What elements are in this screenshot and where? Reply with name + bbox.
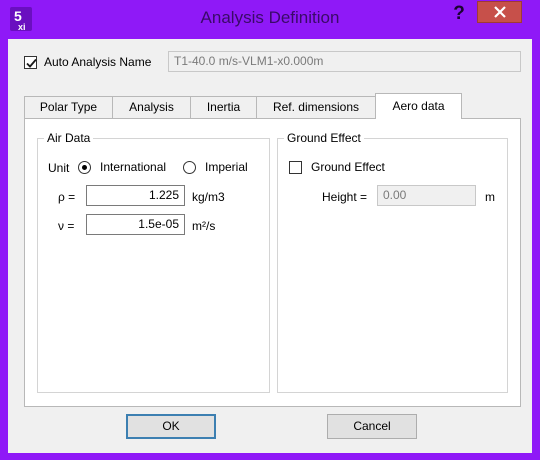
analysis-name-field[interactable]: T1-40.0 m/s-VLM1-x0.000m [168, 51, 521, 72]
radio-international-indicator[interactable] [78, 160, 91, 174]
tab-polar-type[interactable]: Polar Type [24, 96, 113, 118]
rho-label: ρ = [58, 190, 76, 204]
rho-input[interactable]: 1.225 [86, 185, 185, 206]
ground-effect-checkbox[interactable]: Ground Effect [289, 160, 385, 174]
ground-effect-checkbox-label: Ground Effect [311, 160, 385, 174]
radio-imperial-indicator[interactable] [183, 160, 196, 174]
ground-effect-checkbox-box[interactable] [289, 160, 302, 174]
imperial-radio[interactable]: Imperial [183, 160, 248, 174]
close-icon [494, 6, 506, 18]
tab-ref-dimensions[interactable]: Ref. dimensions [256, 96, 376, 118]
air-data-title: Air Data [44, 131, 94, 145]
close-button[interactable] [477, 1, 522, 23]
tab-analysis[interactable]: Analysis [112, 96, 191, 118]
nu-input[interactable]: 1.5e-05 [86, 214, 185, 235]
rho-unit: kg/m3 [192, 190, 225, 204]
nu-unit: m²/s [192, 219, 216, 233]
ground-effect-group: Ground Effect Ground Effect Height = 0.0… [277, 131, 508, 393]
height-unit: m [485, 190, 495, 204]
auto-name-checkbox[interactable]: Auto Analysis Name [24, 55, 151, 69]
dialog-window: 5 xi Analysis Definition ? Auto Analysis… [0, 0, 540, 460]
checkmark-icon [26, 58, 37, 68]
help-button[interactable]: ? [446, 3, 472, 25]
nu-label: ν = [58, 219, 75, 233]
tab-inertia[interactable]: Inertia [190, 96, 257, 118]
tab-aero-data[interactable]: Aero data [375, 93, 462, 119]
height-label: Height = [322, 190, 368, 204]
unit-label: Unit [48, 161, 70, 175]
cancel-button[interactable]: Cancel [327, 414, 417, 439]
ok-button[interactable]: OK [126, 414, 216, 439]
aero-data-panel: Air Data Unit International Imperial ρ =… [24, 118, 521, 407]
checkbox-box[interactable] [24, 55, 37, 69]
dialog-body: Auto Analysis Name T1-40.0 m/s-VLM1-x0.0… [8, 39, 532, 453]
imperial-label: Imperial [205, 160, 248, 174]
auto-name-label: Auto Analysis Name [44, 55, 152, 69]
title-bar[interactable]: 5 xi Analysis Definition ? [0, 0, 540, 38]
ground-effect-title: Ground Effect [284, 131, 364, 145]
international-radio[interactable]: International [78, 160, 166, 174]
international-label: International [100, 160, 167, 174]
air-data-group: Air Data Unit International Imperial ρ =… [37, 131, 270, 393]
height-input[interactable]: 0.00 [377, 185, 476, 206]
